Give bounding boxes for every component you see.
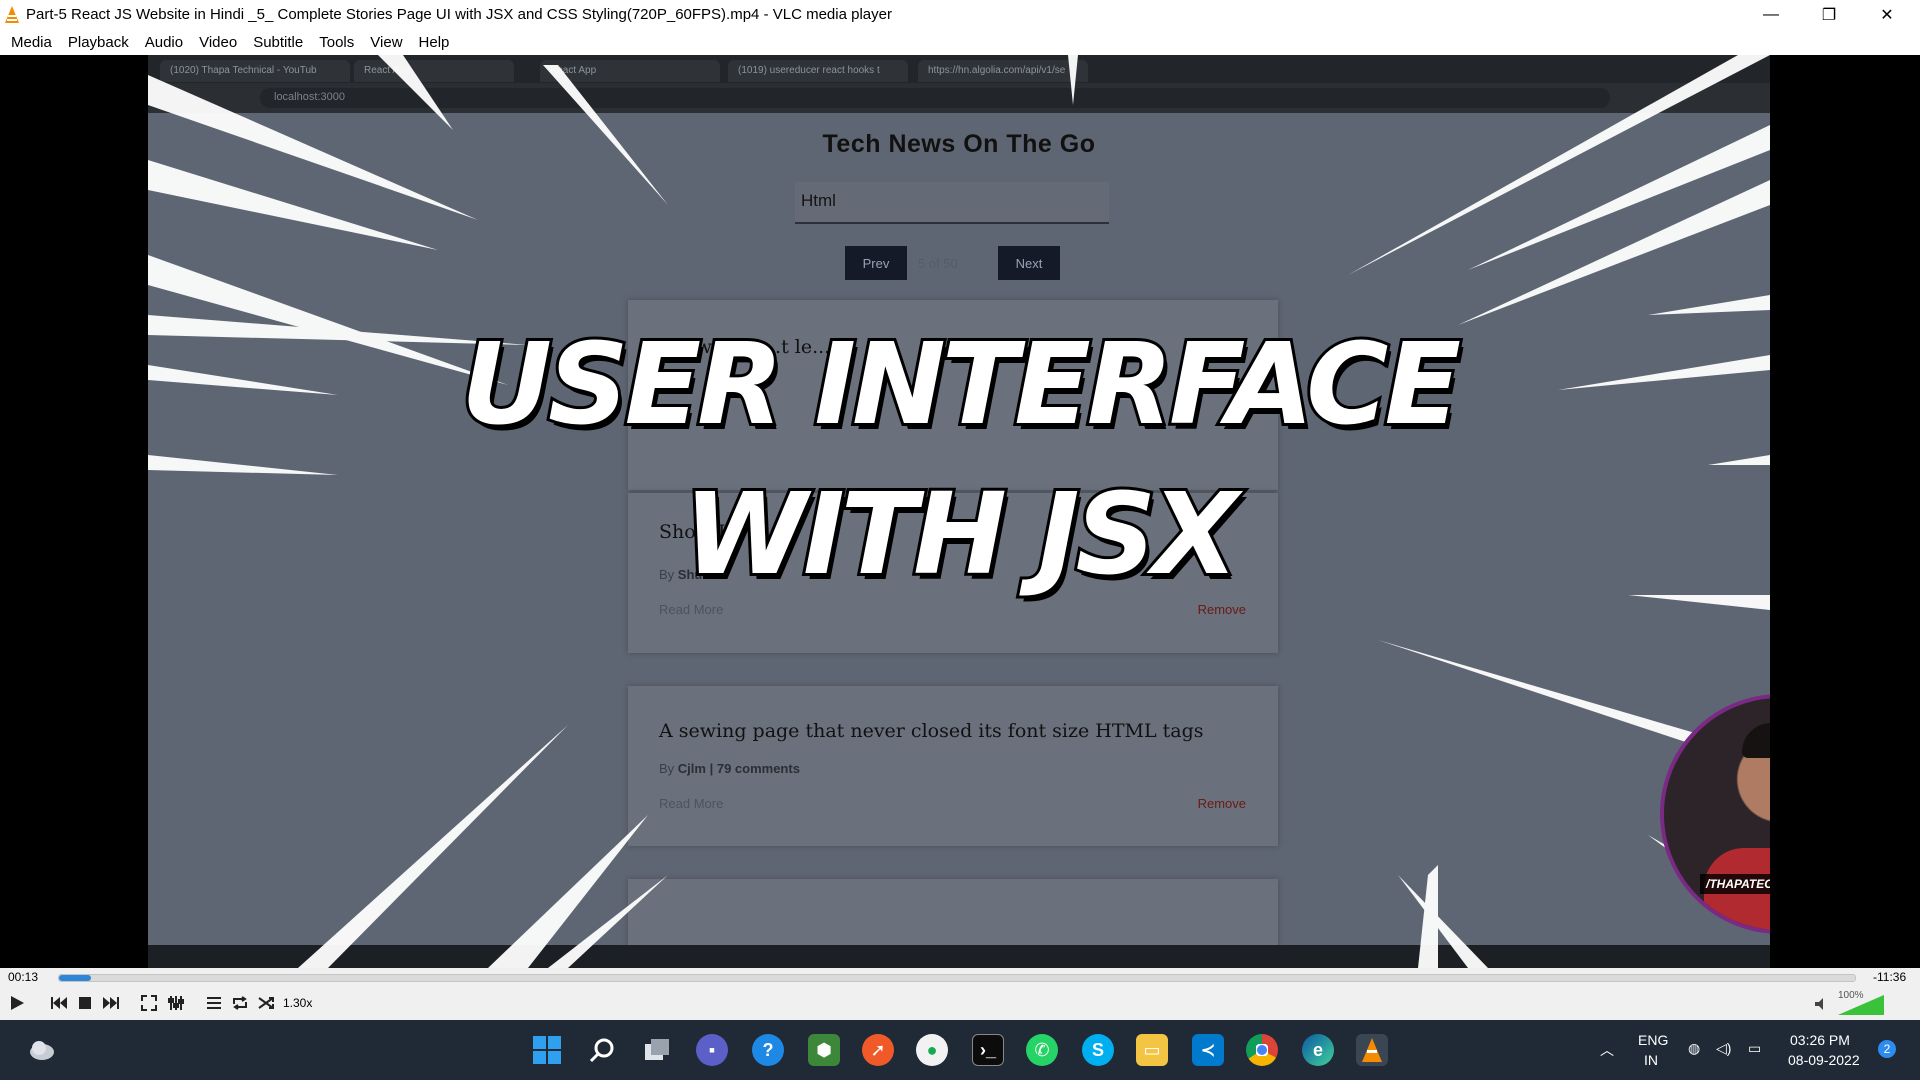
overlay-title-line1: USER INTERFACE [458, 317, 1464, 453]
playlist-icon[interactable] [203, 992, 225, 1014]
stop-icon[interactable] [74, 992, 96, 1014]
clock-time[interactable]: 03:26 PM [1790, 1032, 1850, 1048]
weather-icon[interactable] [26, 1034, 58, 1066]
get-help-icon[interactable]: ? [752, 1034, 784, 1066]
menu-help[interactable]: Help [411, 34, 458, 51]
next-icon[interactable] [100, 992, 122, 1014]
language-bottom[interactable]: IN [1644, 1052, 1658, 1068]
search-icon[interactable] [586, 1034, 618, 1066]
fullscreen-icon[interactable] [138, 992, 160, 1014]
video-frame: (1020) Thapa Technical - YouTub React Ap… [148, 55, 1770, 968]
youtube-channel-label: /THAPATECHNICAL [1700, 874, 1770, 894]
postman-icon[interactable]: ➚ [862, 1034, 894, 1066]
menu-bar: Media Playback Audio Video Subtitle Tool… [0, 29, 1920, 55]
play-icon[interactable] [6, 992, 28, 1014]
speaker-icon[interactable] [1814, 995, 1830, 1013]
window-title: Part-5 React JS Website in Hindi _5_ Com… [26, 6, 892, 23]
seek-bar[interactable] [58, 974, 1856, 982]
maximize-button[interactable]: ❐ [1800, 0, 1858, 29]
language-top[interactable]: ENG [1638, 1032, 1668, 1048]
terminal-icon[interactable]: ›_ [972, 1034, 1004, 1066]
menu-view[interactable]: View [362, 34, 410, 51]
menu-video[interactable]: Video [191, 34, 245, 51]
vscode-icon[interactable]: ≺ [1192, 1034, 1224, 1066]
video-area[interactable]: (1020) Thapa Technical - YouTub React Ap… [0, 55, 1920, 968]
seek-progress [59, 975, 92, 981]
whatsapp-icon[interactable]: ✆ [1026, 1034, 1058, 1066]
windows-taskbar: ▪ ? ⬢ ➚ ● ›_ ✆ S ▭ ≺ e ︿ ENG IN ◍ ◁) ▭ 0… [0, 1020, 1920, 1080]
battery-icon[interactable]: ▭ [1748, 1040, 1761, 1057]
loop-icon[interactable] [229, 992, 251, 1014]
elapsed-time: 00:13 [8, 970, 39, 984]
menu-audio[interactable]: Audio [137, 34, 191, 51]
overlay-title-line2: WITH JSX [680, 467, 1241, 603]
vlc-taskbar-icon[interactable] [1356, 1034, 1388, 1066]
menu-playback[interactable]: Playback [60, 34, 137, 51]
volume-slider[interactable] [1838, 995, 1884, 1015]
nodejs-icon[interactable]: ⬢ [808, 1034, 840, 1066]
menu-media[interactable]: Media [3, 34, 60, 51]
window-title-bar: Part-5 React JS Website in Hindi _5_ Com… [0, 0, 1920, 29]
remaining-time: -11:36 [1873, 970, 1907, 984]
edge-icon[interactable]: e [1302, 1034, 1334, 1066]
task-view-icon[interactable] [642, 1034, 674, 1066]
teams-chat-icon[interactable]: ▪ [696, 1034, 728, 1066]
minimize-button[interactable]: — [1742, 0, 1800, 29]
menu-tools[interactable]: Tools [311, 34, 362, 51]
file-explorer-icon[interactable]: ▭ [1136, 1034, 1168, 1066]
previous-icon[interactable] [48, 992, 70, 1014]
menu-subtitle[interactable]: Subtitle [245, 34, 311, 51]
vlc-icon [5, 5, 19, 23]
chrome-icon[interactable] [1246, 1034, 1278, 1066]
volume-tray-icon[interactable]: ◁) [1716, 1040, 1731, 1057]
start-icon[interactable] [531, 1034, 563, 1066]
notification-badge[interactable]: 2 [1878, 1040, 1896, 1058]
mongodb-compass-icon[interactable]: ● [916, 1034, 948, 1066]
network-icon[interactable]: ◍ [1688, 1040, 1700, 1057]
shuffle-icon[interactable] [255, 992, 277, 1014]
playback-speed[interactable]: 1.30x [283, 996, 312, 1010]
player-controls: 00:13 -11:36 1.30x 100% [0, 968, 1920, 1020]
close-button[interactable]: ✕ [1858, 0, 1916, 29]
skype-icon[interactable]: S [1082, 1034, 1114, 1066]
chevron-up-icon[interactable]: ︿ [1600, 1040, 1614, 1060]
extended-settings-icon[interactable] [165, 992, 187, 1014]
clock-date[interactable]: 08-09-2022 [1788, 1052, 1860, 1068]
